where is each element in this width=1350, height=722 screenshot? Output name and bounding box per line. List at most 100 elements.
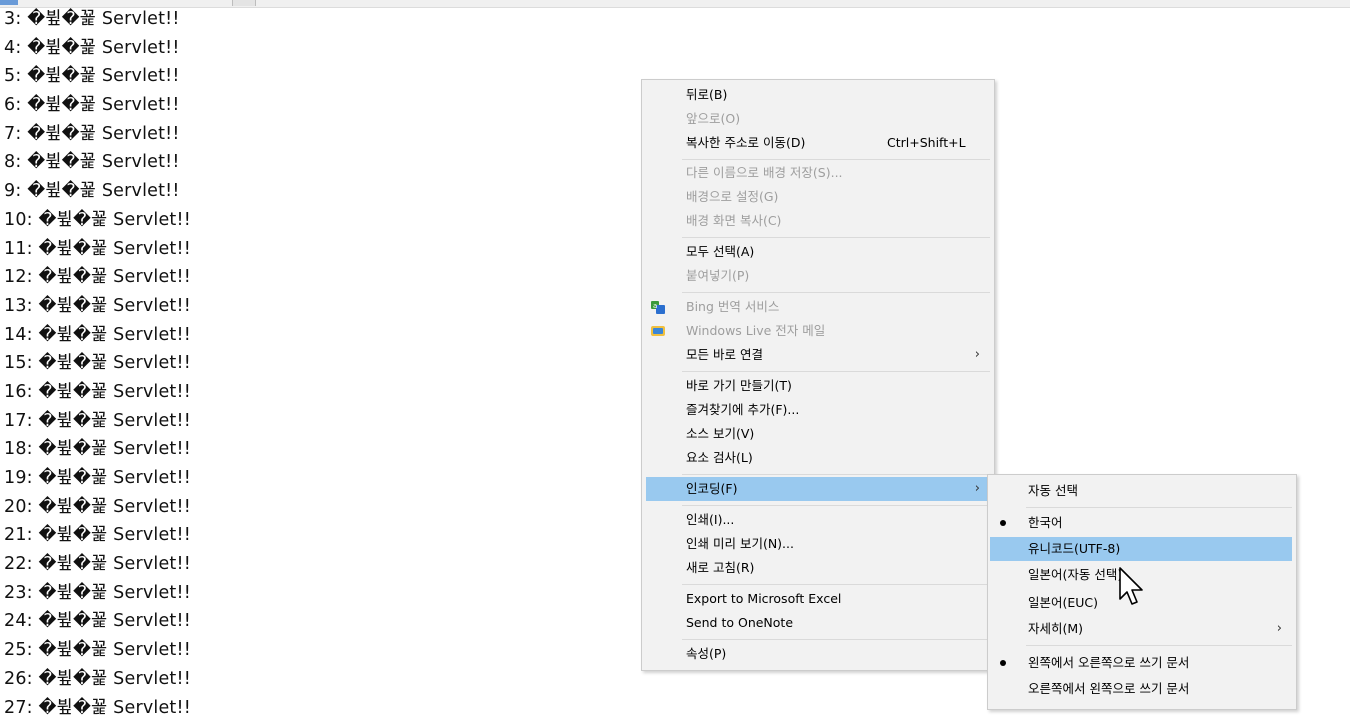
menu-separator — [1026, 645, 1292, 646]
top-toolbar-strip — [0, 0, 1350, 8]
menu-separator — [682, 159, 990, 160]
menu-separator — [682, 237, 990, 238]
encoding-item-right-to-left[interactable]: 오른쪽에서 왼쪽으로 쓰기 문서 — [990, 677, 1292, 701]
menu-item-create-shortcut[interactable]: 바로 가기 만들기(T) — [646, 374, 990, 398]
menu-item-label: 모든 바로 연결 — [686, 343, 763, 367]
menu-item-label: Send to OneNote — [686, 611, 793, 635]
menu-item-view-source[interactable]: 소스 보기(V) — [646, 422, 990, 446]
menu-item-label: 복사한 주소로 이동(D) — [686, 131, 805, 155]
menu-item-label: 자세히(M) — [1028, 617, 1083, 641]
menu-item-label: 새로 고침(R) — [686, 556, 754, 580]
encoding-item-left-to-right[interactable]: 왼쪽에서 오른쪽으로 쓰기 문서 — [990, 651, 1292, 675]
menu-item-label: 소스 보기(V) — [686, 422, 754, 446]
menu-item-label: 왼쪽에서 오른쪽으로 쓰기 문서 — [1028, 651, 1189, 675]
menu-item-paste: 붙여넣기(P) — [646, 264, 990, 288]
menu-item-label: 모두 선택(A) — [686, 240, 754, 264]
page-text-line: 10: �뷮�꾩 Servlet!! — [4, 206, 191, 235]
page-text-line: 23: �뷮�꾩 Servlet!! — [4, 579, 191, 608]
horizontal-scroll-thumb[interactable] — [232, 0, 256, 6]
mouse-pointer-icon — [1118, 566, 1150, 610]
menu-item-copy-background: 배경 화면 복사(C) — [646, 209, 990, 233]
menu-item-label: 배경 화면 복사(C) — [686, 209, 781, 233]
page-text-line: 18: �뷮�꾩 Servlet!! — [4, 435, 191, 464]
menu-separator — [1026, 507, 1292, 508]
menu-item-label: 배경으로 설정(G) — [686, 185, 778, 209]
encoding-item-korean[interactable]: 한국어 — [990, 511, 1292, 535]
page-text-line: 12: �뷮�꾩 Servlet!! — [4, 263, 191, 292]
selected-bullet-icon — [1000, 520, 1006, 526]
menu-item-label: 자동 선택 — [1028, 479, 1078, 503]
menu-item-label: 앞으로(O) — [686, 107, 740, 131]
menu-item-refresh[interactable]: 새로 고침(R) — [646, 556, 990, 580]
page-text-line: 15: �뷮�꾩 Servlet!! — [4, 349, 191, 378]
page-text-line: 25: �뷮�꾩 Servlet!! — [4, 636, 191, 665]
menu-separator — [682, 505, 990, 506]
page-text-line: 14: �뷮�꾩 Servlet!! — [4, 321, 191, 350]
menu-item-label: 인코딩(F) — [686, 477, 737, 501]
menu-separator — [682, 292, 990, 293]
windows-live-mail-icon — [650, 323, 666, 339]
menu-item-windows-live-mail: Windows Live 전자 메일 — [646, 319, 990, 343]
menu-item-send-onenote[interactable]: Send to OneNote — [646, 611, 990, 635]
menu-item-add-favorites[interactable]: 즐겨찾기에 추가(F)... — [646, 398, 990, 422]
menu-item-shortcut: Ctrl+Shift+L — [887, 131, 966, 155]
page-text-line: 9: �뷮�꾩 Servlet!! — [4, 177, 191, 206]
menu-item-label: Export to Microsoft Excel — [686, 587, 841, 611]
menu-item-bing-translate: a Bing 번역 서비스 — [646, 295, 990, 319]
menu-item-label: 한국어 — [1028, 511, 1063, 535]
page-text-line: 6: �뷮�꾩 Servlet!! — [4, 91, 191, 120]
page-text-line: 26: �뷮�꾩 Servlet!! — [4, 665, 191, 694]
page-text-line: 20: �뷮�꾩 Servlet!! — [4, 493, 191, 522]
menu-item-label: Bing 번역 서비스 — [686, 295, 779, 319]
menu-item-encoding[interactable]: 인코딩(F) › — [646, 477, 990, 501]
page-text-line: 5: �뷮�꾩 Servlet!! — [4, 62, 191, 91]
menu-item-back[interactable]: 뒤로(B) — [646, 83, 990, 107]
page-text-line: 24: �뷮�꾩 Servlet!! — [4, 607, 191, 636]
menu-item-export-excel[interactable]: Export to Microsoft Excel — [646, 587, 990, 611]
menu-item-save-background: 다른 이름으로 배경 저장(S)... — [646, 161, 990, 185]
page-text-line: 3: �뷮�꾩 Servlet!! — [4, 5, 191, 34]
encoding-item-utf8[interactable]: 유니코드(UTF-8) — [990, 537, 1292, 561]
encoding-item-more[interactable]: 자세히(M) › — [990, 617, 1292, 641]
menu-item-label: 일본어(EUC) — [1028, 591, 1098, 615]
menu-item-label: 붙여넣기(P) — [686, 264, 749, 288]
page-text-line: 13: �뷮�꾩 Servlet!! — [4, 292, 191, 321]
menu-item-all-accelerators[interactable]: 모든 바로 연결 › — [646, 343, 990, 367]
encoding-item-auto-select[interactable]: 자동 선택 — [990, 479, 1292, 503]
menu-item-label: 요소 검사(L) — [686, 446, 753, 470]
menu-separator — [682, 474, 990, 475]
page-text-line: 7: �뷮�꾩 Servlet!! — [4, 120, 191, 149]
menu-item-print[interactable]: 인쇄(I)... — [646, 508, 990, 532]
bing-translate-icon: a — [650, 299, 666, 315]
menu-item-label: 즐겨찾기에 추가(F)... — [686, 398, 799, 422]
page-text-line: 16: �뷮�꾩 Servlet!! — [4, 378, 191, 407]
page-text-line: 17: �뷮�꾩 Servlet!! — [4, 407, 191, 436]
menu-separator — [682, 639, 990, 640]
menu-item-label: 바로 가기 만들기(T) — [686, 374, 792, 398]
page-text-line: 22: �뷮�꾩 Servlet!! — [4, 550, 191, 579]
menu-item-print-preview[interactable]: 인쇄 미리 보기(N)... — [646, 532, 990, 556]
chevron-right-icon: › — [1277, 617, 1282, 641]
menu-item-select-all[interactable]: 모두 선택(A) — [646, 240, 990, 264]
page-text-line: 21: �뷮�꾩 Servlet!! — [4, 521, 191, 550]
menu-item-inspect-element[interactable]: 요소 검사(L) — [646, 446, 990, 470]
svg-text:a: a — [653, 302, 657, 310]
selected-bullet-icon — [1000, 660, 1006, 666]
page-text-line: 4: �뷮�꾩 Servlet!! — [4, 34, 191, 63]
page-content: 3: �뷮�꾩 Servlet!!4: �뷮�꾩 Servlet!!5: �뷮�… — [4, 5, 191, 722]
menu-item-label: 속성(P) — [686, 642, 726, 666]
page-text-line: 8: �뷮�꾩 Servlet!! — [4, 148, 191, 177]
page-text-line: 19: �뷮�꾩 Servlet!! — [4, 464, 191, 493]
chevron-right-icon: › — [975, 343, 980, 367]
menu-item-properties[interactable]: 속성(P) — [646, 642, 990, 666]
menu-item-label: 인쇄(I)... — [686, 508, 734, 532]
menu-item-label: 일본어(자동 선택) — [1028, 563, 1122, 587]
chevron-right-icon: › — [975, 477, 980, 501]
menu-separator — [682, 584, 990, 585]
menu-item-set-background: 배경으로 설정(G) — [646, 185, 990, 209]
menu-item-go-copied-address[interactable]: 복사한 주소로 이동(D) Ctrl+Shift+L — [646, 131, 990, 155]
page-text-line: 11: �뷮�꾩 Servlet!! — [4, 235, 191, 264]
menu-item-label: 인쇄 미리 보기(N)... — [686, 532, 794, 556]
menu-item-label: 뒤로(B) — [686, 83, 727, 107]
menu-item-label: Windows Live 전자 메일 — [686, 319, 825, 343]
